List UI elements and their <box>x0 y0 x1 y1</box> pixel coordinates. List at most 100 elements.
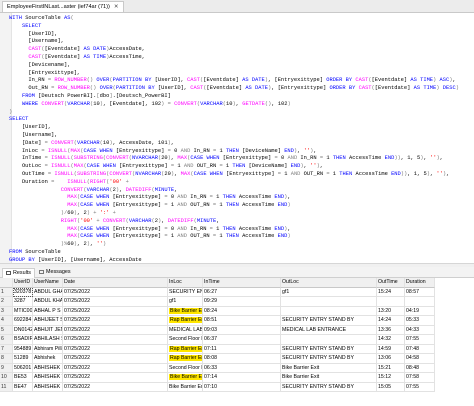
grid-corner[interactable] <box>0 278 13 288</box>
table-cell-outloc[interactable] <box>281 297 377 307</box>
table-cell-intime[interactable]: 09:29 <box>203 297 281 307</box>
table-cell-outtime[interactable]: 15:05 <box>377 382 405 392</box>
table-cell-username[interactable]: Abhishek <box>33 354 63 364</box>
table-cell-userid[interactable]: BE53 <box>13 373 33 383</box>
column-header-inloc[interactable]: InLoc <box>168 278 203 288</box>
table-cell-inloc[interactable]: Second Floor Exit <box>168 335 203 345</box>
table-cell-userid[interactable]: DN01422 <box>13 325 33 335</box>
table-cell-intime[interactable]: 08:51 <box>203 316 281 326</box>
row-number[interactable]: 6 <box>0 335 13 345</box>
table-cell-inloc[interactable]: Second Floor Exit <box>168 363 203 373</box>
row-number[interactable]: 11 <box>0 382 13 392</box>
table-cell-outtime[interactable]: 13:36 <box>377 325 405 335</box>
table-cell-outtime[interactable]: 14:32 <box>377 335 405 345</box>
table-cell-username[interactable]: Abhiram Pillai V <box>33 344 63 354</box>
table-cell-username[interactable]: ABHAL P S <box>33 306 63 316</box>
table-cell-intime[interactable]: 07:11 <box>203 344 281 354</box>
column-header-outloc[interactable]: OutLoc <box>281 278 377 288</box>
column-header-username[interactable]: UserName <box>33 278 63 288</box>
column-header-userid[interactable]: UserID <box>13 278 33 288</box>
table-cell-outtime[interactable]: 13:20 <box>377 306 405 316</box>
table-cell-inloc[interactable]: Rap Barrier Enter 2 <box>168 316 203 326</box>
table-cell-userid[interactable]: 954889 <box>13 344 33 354</box>
table-cell-intime[interactable]: 06:37 <box>203 335 281 345</box>
table-cell-date[interactable]: 07/25/2022 <box>63 335 168 345</box>
table-cell-duration[interactable]: 08:57 <box>405 287 435 297</box>
table-cell-date[interactable]: 07/25/2022 <box>63 373 168 383</box>
table-cell-outtime[interactable]: 15:21 <box>377 363 405 373</box>
table-cell-inloc[interactable]: Bike Barrier Enter <box>168 373 203 383</box>
row-number[interactable]: 4 <box>0 316 13 326</box>
table-cell-date[interactable]: 07/25/2022 <box>63 306 168 316</box>
table-cell-inloc[interactable]: Bike Barrier Enter <box>168 306 203 316</box>
table-cell-outtime[interactable] <box>377 297 405 307</box>
table-cell-outtime[interactable]: 15:12 <box>377 373 405 383</box>
row-number[interactable]: 9 <box>0 363 13 373</box>
table-cell-username[interactable]: ABHISHEK T <box>33 373 63 383</box>
table-cell-outloc[interactable]: Bike Barrier Exit <box>281 373 377 383</box>
table-cell-outloc[interactable]: SECURITY ENTRY STAND BY <box>281 382 377 392</box>
table-cell-userid[interactable]: BSADIP104 <box>13 335 33 345</box>
table-cell-outloc[interactable]: MEDICAL LAB ENTRANCE <box>281 325 377 335</box>
table-cell-outtime[interactable]: 14:59 <box>377 344 405 354</box>
table-cell-intime[interactable]: 09:03 <box>203 325 281 335</box>
tab-messages[interactable]: Messages <box>36 268 74 277</box>
table-cell-userid[interactable]: BE47 <box>13 382 33 392</box>
row-number[interactable]: 3 <box>0 306 13 316</box>
table-cell-outtime[interactable]: 14:24 <box>377 316 405 326</box>
table-cell-duration[interactable]: 08:48 <box>405 363 435 373</box>
table-cell-userid[interactable]: MTIC003 <box>13 306 33 316</box>
row-number[interactable]: 10 <box>0 373 13 383</box>
column-header-intime[interactable]: InTime <box>203 278 281 288</box>
table-cell-inloc[interactable]: Rap Barrier Enter 2 <box>168 344 203 354</box>
table-cell-intime[interactable]: 06:33 <box>203 363 281 373</box>
table-cell-username[interactable]: ABDUL GHANI <box>33 287 63 297</box>
close-tab-icon[interactable]: ✕ <box>114 4 119 10</box>
table-cell-date[interactable]: 07/25/2022 <box>63 354 168 364</box>
table-cell-userid[interactable]: 506201 <box>13 363 33 373</box>
results-grid[interactable]: UserID UserName Date InLoc InTime OutLoc OutTi… <box>0 278 474 406</box>
table-cell-date[interactable]: 07/25/2022 <box>63 344 168 354</box>
table-cell-inloc[interactable]: MEDICAL LAB ENTRANCE <box>168 325 203 335</box>
table-cell-outloc[interactable]: Bike Barrier Exit <box>281 363 377 373</box>
row-number[interactable]: 7 <box>0 344 13 354</box>
table-cell-duration[interactable]: 07:55 <box>405 382 435 392</box>
table-cell-username[interactable]: ABHIJEET SHARAD PARANJAPE <box>33 316 63 326</box>
table-cell-duration[interactable] <box>405 297 435 307</box>
table-cell-intime[interactable]: 06:27 <box>203 287 281 297</box>
table-cell-userid[interactable]: 320378 <box>13 287 33 297</box>
table-cell-userid[interactable]: 51289 <box>13 354 33 364</box>
table-cell-date[interactable]: 07/25/2022 <box>63 363 168 373</box>
table-cell-userid[interactable]: 3287 <box>13 297 33 307</box>
table-cell-duration[interactable]: 04:19 <box>405 306 435 316</box>
table-cell-username[interactable]: ABDUL KHADAR AS <box>33 297 63 307</box>
table-cell-duration[interactable]: 07:48 <box>405 344 435 354</box>
table-cell-intime[interactable]: 07:14 <box>203 373 281 383</box>
table-cell-duration[interactable]: 07:58 <box>405 373 435 383</box>
table-cell-userid[interactable]: 692284 <box>13 316 33 326</box>
table-cell-date[interactable]: 07/25/2022 <box>63 297 168 307</box>
table-cell-duration[interactable]: 04:33 <box>405 325 435 335</box>
table-cell-date[interactable]: 07/25/2022 <box>63 316 168 326</box>
table-cell-inloc[interactable]: Bike Barrier Enter <box>168 382 203 392</box>
table-cell-outloc[interactable]: SECURITY ENTRY STAND BY <box>281 316 377 326</box>
table-cell-intime[interactable]: 07:10 <box>203 382 281 392</box>
table-cell-outloc[interactable] <box>281 306 377 316</box>
table-cell-outtime[interactable]: 15:24 <box>377 287 405 297</box>
row-number[interactable]: 8 <box>0 354 13 364</box>
row-number[interactable]: 1 <box>0 287 13 297</box>
table-cell-intime[interactable]: 08:08 <box>203 354 281 364</box>
table-cell-inloc[interactable]: SECURITY ENTRY STAND BY <box>168 287 203 297</box>
table-cell-outloc[interactable]: gf1 <box>281 287 377 297</box>
table-cell-outloc[interactable]: SECURITY ENTRY STAND BY <box>281 354 377 364</box>
query-tab[interactable]: EmployeeFirstINLast...aster (ief74ar (71… <box>2 1 124 12</box>
table-cell-duration[interactable]: 07:55 <box>405 335 435 345</box>
column-header-outtime[interactable]: OutTime <box>377 278 405 288</box>
row-number[interactable]: 2 <box>0 297 13 307</box>
table-cell-date[interactable]: 07/25/2022 <box>63 287 168 297</box>
table-cell-username[interactable]: ABHISHEK <box>33 382 63 392</box>
table-cell-intime[interactable]: 08:24 <box>203 306 281 316</box>
table-cell-username[interactable]: ABHILASH S <box>33 335 63 345</box>
table-cell-username[interactable]: ABHIJIT JENA <box>33 325 63 335</box>
table-cell-date[interactable]: 07/25/2022 <box>63 382 168 392</box>
